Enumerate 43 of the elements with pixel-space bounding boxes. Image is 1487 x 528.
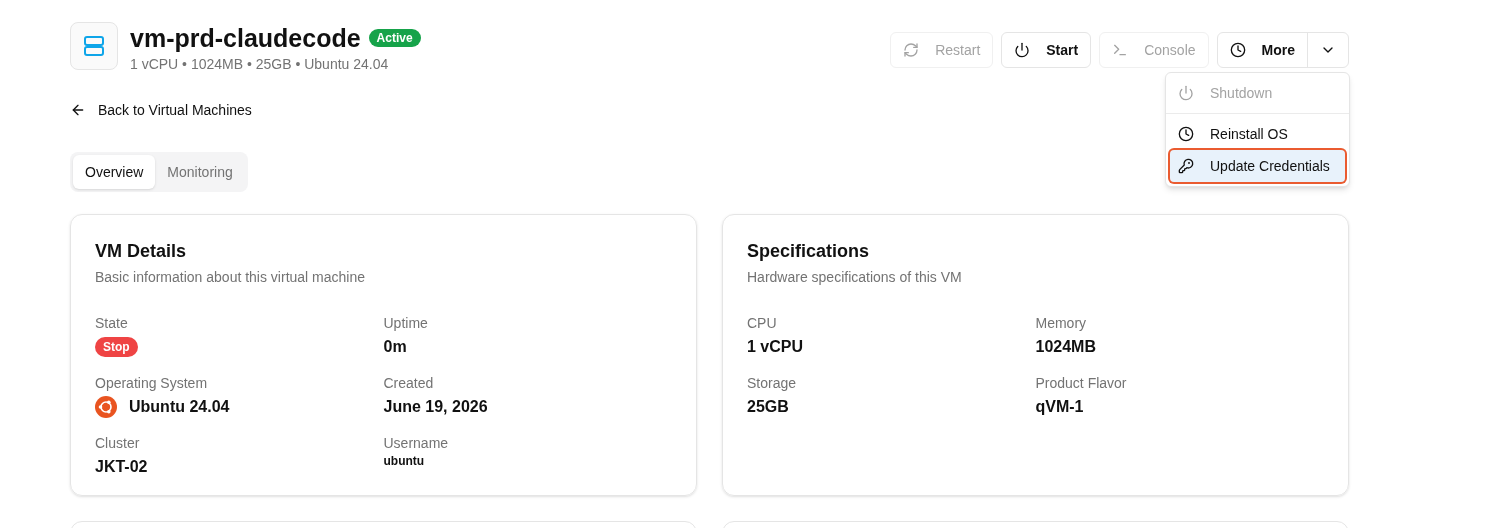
ubuntu-logo-icon <box>95 396 117 418</box>
field-value: 1024MB <box>1035 337 1097 357</box>
key-icon <box>1178 158 1194 174</box>
back-link[interactable]: Back to Virtual Machines <box>70 100 252 120</box>
field-label: CPU <box>747 314 778 333</box>
server-icon <box>82 34 106 58</box>
vm-title: vm-prd-claudecode <box>130 23 361 54</box>
power-button[interactable]: Start <box>1001 32 1092 68</box>
card-title: Specifications <box>747 240 871 263</box>
field-value: June 19, 2026 <box>383 397 489 417</box>
field-value: ubuntu <box>383 453 426 469</box>
clock-icon <box>1178 126 1194 142</box>
field-value: 0m <box>383 337 408 357</box>
menu-item[interactable]: Reinstall OS <box>1170 118 1345 150</box>
power-icon <box>1178 85 1194 101</box>
more-button[interactable]: More <box>1217 33 1307 67</box>
field-label: Memory <box>1035 314 1088 333</box>
field-value: Ubuntu 24.04 <box>129 397 230 417</box>
menu-item[interactable]: Update Credentials <box>1170 150 1345 182</box>
field-label: Product Flavor <box>1035 374 1128 393</box>
tab[interactable]: Overview <box>73 155 156 189</box>
card-title: VM Details <box>95 240 188 263</box>
field-label: State <box>95 314 129 333</box>
field-value: 25GB <box>747 397 790 417</box>
field-label: Username <box>383 434 450 453</box>
field-label: Storage <box>747 374 798 393</box>
state-badge: Stop <box>95 337 138 357</box>
power-icon <box>1014 42 1031 58</box>
field-value: 1 vCPU <box>747 337 805 357</box>
terminal-icon <box>1112 42 1129 58</box>
card-description: Hardware specifications of this VM <box>747 268 963 287</box>
tab[interactable]: Monitoring <box>155 155 245 189</box>
vm-summary: 1 vCPU • 1024MB • 25GB • Ubuntu 24.04 <box>130 55 390 74</box>
field-label: Created <box>383 374 435 393</box>
field-value: qVM-1 <box>1035 397 1085 417</box>
status-badge: Active <box>368 29 421 47</box>
field-label: Operating System <box>95 374 209 393</box>
field-label: Cluster <box>95 434 141 453</box>
field-value: JKT-02 <box>95 457 149 477</box>
refresh-icon <box>903 42 920 58</box>
field-label: Uptime <box>383 314 429 333</box>
card-description: Basic information about this virtual machine <box>95 268 367 287</box>
clock-icon <box>1229 42 1246 58</box>
